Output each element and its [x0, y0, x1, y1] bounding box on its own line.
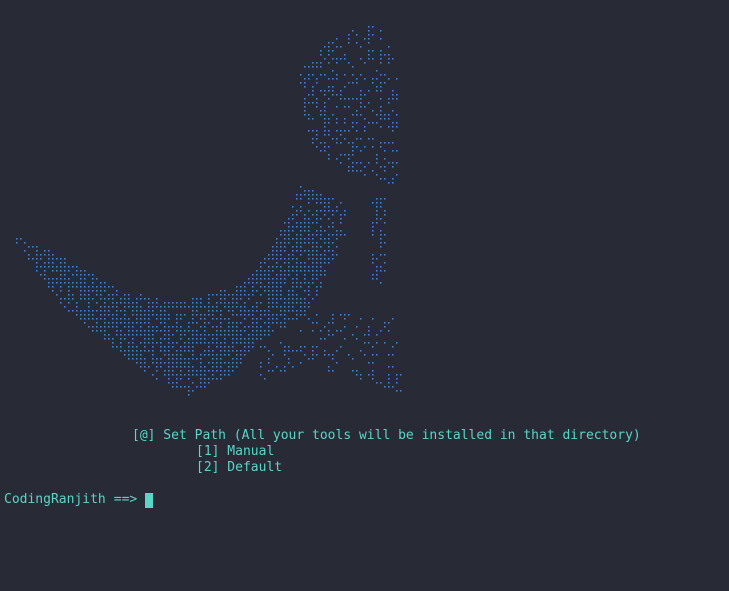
menu-option-manual: [1] Manual — [196, 444, 275, 459]
text-cursor[interactable] — [145, 492, 154, 508]
menu-title: [@] Set Path (All your tools will be ins… — [132, 428, 641, 443]
prompt-arrow: ==> — [113, 492, 138, 507]
prompt-user: CodingRanjith — [4, 492, 106, 507]
terminal-window[interactable]: [@] Set Path (All your tools will be ins… — [0, 0, 729, 591]
ascii-art-bird-icon — [16, 26, 402, 396]
prompt-line[interactable]: CodingRanjith ==> — [4, 492, 154, 508]
menu-option-default: [2] Default — [196, 460, 283, 475]
